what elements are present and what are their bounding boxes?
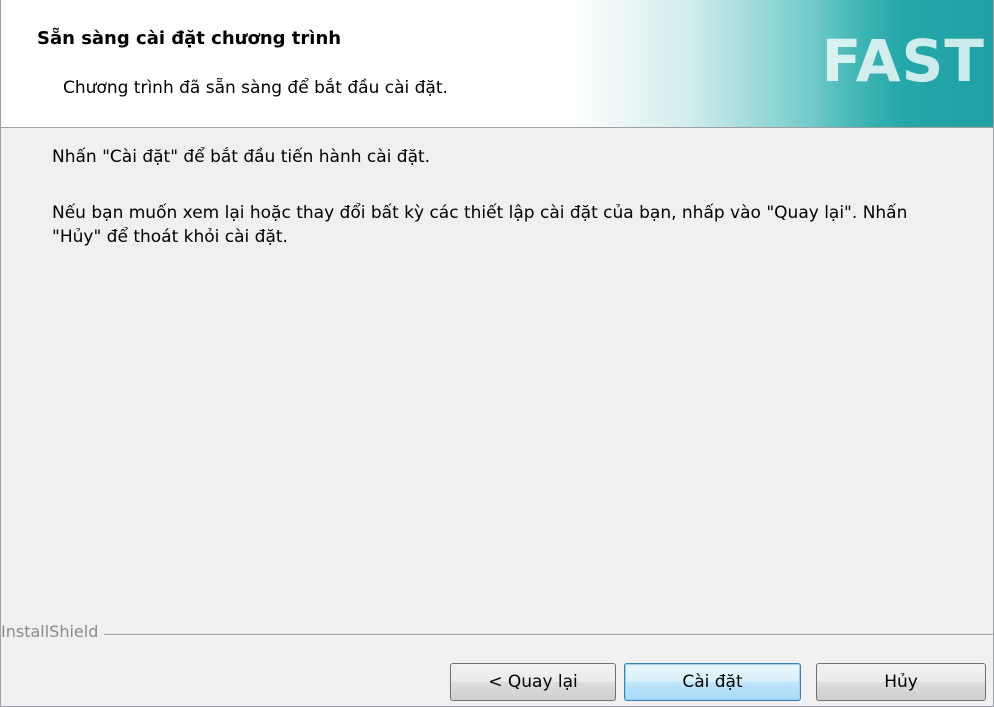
install-button[interactable]: Cài đặt <box>624 663 801 701</box>
instruction-text: Nhấn "Cài đặt" để bắt đầu tiến hành cài … <box>52 147 431 167</box>
separator-line <box>1 634 993 636</box>
content-panel: Nhấn "Cài đặt" để bắt đầu tiến hành cài … <box>1 128 993 618</box>
header-banner: FAST Sẵn sàng cài đặt chương trình Chươn… <box>1 0 993 128</box>
page-title: Sẵn sàng cài đặt chương trình <box>37 28 342 49</box>
installer-dialog: FAST Sẵn sàng cài đặt chương trình Chươn… <box>0 0 994 707</box>
back-button-label: < Quay lại <box>488 672 578 692</box>
install-button-label: Cài đặt <box>682 672 743 692</box>
cancel-button-label: Hủy <box>884 672 918 692</box>
fast-logo: FAST <box>821 27 985 95</box>
cancel-button[interactable]: Hủy <box>816 663 986 701</box>
installshield-label: InstallShield <box>1 622 105 641</box>
page-subtitle: Chương trình đã sẵn sàng để bắt đầu cài … <box>63 78 448 98</box>
review-text: Nếu bạn muốn xem lại hoặc thay đổi bất k… <box>52 203 908 247</box>
back-button[interactable]: < Quay lại <box>450 663 616 701</box>
installshield-separator: InstallShield <box>1 622 993 646</box>
